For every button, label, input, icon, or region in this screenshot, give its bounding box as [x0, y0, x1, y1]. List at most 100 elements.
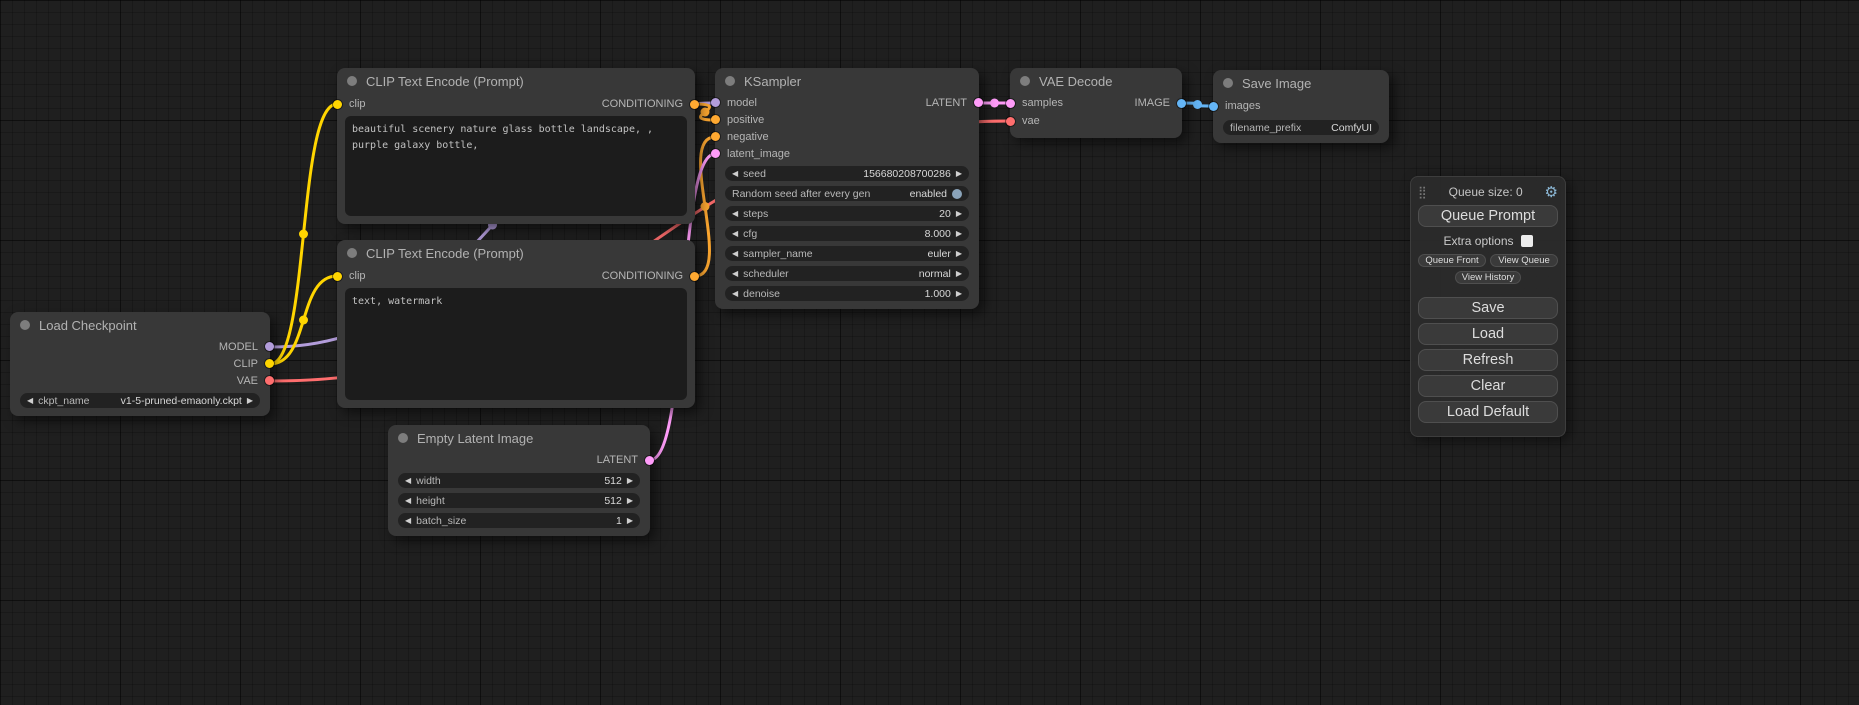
- widget-label: batch_size: [416, 515, 466, 527]
- collapse-dot-icon[interactable]: [347, 76, 357, 86]
- input-slot-negative[interactable]: [711, 132, 720, 141]
- output-slot-conditioning[interactable]: [690, 100, 699, 109]
- widget-value: ComfyUI: [1331, 122, 1372, 134]
- decrement-arrow-icon[interactable]: ◀: [732, 290, 738, 298]
- slot-row: vae: [1010, 112, 1182, 130]
- output-slot-vae[interactable]: [265, 376, 274, 385]
- input-slot-clip[interactable]: [333, 100, 342, 109]
- seed-widget[interactable]: ◀ seed 156680208700286 ▶: [725, 166, 969, 181]
- input-label-clip: clip: [349, 98, 366, 110]
- output-slot-conditioning[interactable]: [690, 272, 699, 281]
- collapse-dot-icon[interactable]: [398, 433, 408, 443]
- cfg-widget[interactable]: ◀ cfg 8.000 ▶: [725, 226, 969, 241]
- node-empty-latent-image[interactable]: Empty Latent Image LATENT ◀ width 512 ▶ …: [388, 425, 650, 536]
- collapse-dot-icon[interactable]: [20, 320, 30, 330]
- node-save-image[interactable]: Save Image images filename_prefix ComfyU…: [1213, 70, 1389, 143]
- refresh-button[interactable]: Refresh: [1418, 349, 1558, 371]
- collapse-dot-icon[interactable]: [1223, 78, 1233, 88]
- load-button[interactable]: Load: [1418, 323, 1558, 345]
- extra-options-checkbox[interactable]: [1521, 235, 1533, 247]
- decrement-arrow-icon[interactable]: ◀: [732, 210, 738, 218]
- node-title-bar[interactable]: Empty Latent Image: [388, 425, 650, 451]
- decrement-arrow-icon[interactable]: ◀: [732, 230, 738, 238]
- decrement-arrow-icon[interactable]: ◀: [405, 497, 411, 505]
- settings-gear-icon[interactable]: ⚙: [1545, 185, 1558, 200]
- widget-value: normal: [919, 268, 951, 280]
- increment-arrow-icon[interactable]: ▶: [956, 270, 962, 278]
- slot-row: model LATENT: [715, 94, 979, 111]
- view-history-button[interactable]: View History: [1455, 271, 1522, 284]
- load-default-button[interactable]: Load Default: [1418, 401, 1558, 423]
- input-slot-latent-image[interactable]: [711, 149, 720, 158]
- output-slot-clip[interactable]: [265, 359, 274, 368]
- input-slot-clip[interactable]: [333, 272, 342, 281]
- node-clip-text-encode-positive[interactable]: CLIP Text Encode (Prompt) clip CONDITION…: [337, 68, 695, 224]
- collapse-dot-icon[interactable]: [347, 248, 357, 258]
- increment-arrow-icon[interactable]: ▶: [627, 497, 633, 505]
- save-button[interactable]: Save: [1418, 297, 1558, 319]
- increment-arrow-icon[interactable]: ▶: [956, 250, 962, 258]
- increment-arrow-icon[interactable]: ▶: [956, 290, 962, 298]
- node-title: KSampler: [744, 74, 801, 89]
- denoise-widget[interactable]: ◀ denoise 1.000 ▶: [725, 286, 969, 301]
- input-slot-model[interactable]: [711, 98, 720, 107]
- increment-arrow-icon[interactable]: ▶: [627, 477, 633, 485]
- decrement-arrow-icon[interactable]: ◀: [27, 397, 33, 405]
- drag-handle-icon[interactable]: ⣿: [1418, 186, 1427, 198]
- widget-label: denoise: [743, 288, 780, 300]
- random-seed-toggle-widget[interactable]: Random seed after every gen enabled: [725, 186, 969, 201]
- output-slot-latent[interactable]: [974, 98, 983, 107]
- collapse-dot-icon[interactable]: [725, 76, 735, 86]
- ckpt-name-widget[interactable]: ◀ ckpt_name v1-5-pruned-emaonly.ckpt ▶: [20, 393, 260, 408]
- positive-prompt-textarea[interactable]: beautiful scenery nature glass bottle la…: [345, 116, 687, 216]
- view-queue-button[interactable]: View Queue: [1490, 254, 1558, 267]
- node-title-bar[interactable]: VAE Decode: [1010, 68, 1182, 94]
- node-clip-text-encode-negative[interactable]: CLIP Text Encode (Prompt) clip CONDITION…: [337, 240, 695, 408]
- input-slot-vae[interactable]: [1006, 117, 1015, 126]
- height-widget[interactable]: ◀ height 512 ▶: [398, 493, 640, 508]
- input-slot-samples[interactable]: [1006, 99, 1015, 108]
- steps-widget[interactable]: ◀ steps 20 ▶: [725, 206, 969, 221]
- filename-prefix-widget[interactable]: filename_prefix ComfyUI: [1223, 120, 1379, 135]
- width-widget[interactable]: ◀ width 512 ▶: [398, 473, 640, 488]
- node-title: Load Checkpoint: [39, 318, 137, 333]
- collapse-dot-icon[interactable]: [1020, 76, 1030, 86]
- sampler-name-widget[interactable]: ◀ sampler_name euler ▶: [725, 246, 969, 261]
- output-slot-image[interactable]: [1177, 99, 1186, 108]
- output-slot-latent[interactable]: [645, 456, 654, 465]
- increment-arrow-icon[interactable]: ▶: [956, 210, 962, 218]
- node-load-checkpoint[interactable]: Load Checkpoint MODEL CLIP VAE ◀ ckpt_na…: [10, 312, 270, 416]
- widget-label: Random seed after every gen: [732, 188, 870, 200]
- negative-prompt-textarea[interactable]: text, watermark: [345, 288, 687, 400]
- node-vae-decode[interactable]: VAE Decode samples IMAGE vae: [1010, 68, 1182, 138]
- decrement-arrow-icon[interactable]: ◀: [405, 477, 411, 485]
- node-title-bar[interactable]: KSampler: [715, 68, 979, 94]
- decrement-arrow-icon[interactable]: ◀: [732, 270, 738, 278]
- scheduler-widget[interactable]: ◀ scheduler normal ▶: [725, 266, 969, 281]
- decrement-arrow-icon[interactable]: ◀: [405, 517, 411, 525]
- graph-canvas[interactable]: Load Checkpoint MODEL CLIP VAE ◀ ckpt_na…: [0, 0, 1859, 705]
- node-title-bar[interactable]: CLIP Text Encode (Prompt): [337, 68, 695, 94]
- queue-panel[interactable]: ⣿ Queue size: 0 ⚙ Queue Prompt Extra opt…: [1410, 176, 1566, 437]
- clear-button[interactable]: Clear: [1418, 375, 1558, 397]
- input-slot-positive[interactable]: [711, 115, 720, 124]
- node-title-bar[interactable]: Load Checkpoint: [10, 312, 270, 338]
- increment-arrow-icon[interactable]: ▶: [956, 230, 962, 238]
- node-title-bar[interactable]: CLIP Text Encode (Prompt): [337, 240, 695, 266]
- queue-prompt-button[interactable]: Queue Prompt: [1418, 205, 1558, 227]
- widget-value: 1.000: [925, 288, 951, 300]
- increment-arrow-icon[interactable]: ▶: [956, 170, 962, 178]
- input-slot-images[interactable]: [1209, 102, 1218, 111]
- queue-front-button[interactable]: Queue Front: [1418, 254, 1486, 267]
- decrement-arrow-icon[interactable]: ◀: [732, 250, 738, 258]
- node-title: CLIP Text Encode (Prompt): [366, 74, 524, 89]
- increment-arrow-icon[interactable]: ▶: [247, 397, 253, 405]
- batch-size-widget[interactable]: ◀ batch_size 1 ▶: [398, 513, 640, 528]
- node-title-bar[interactable]: Save Image: [1213, 70, 1389, 96]
- toggle-dot-icon[interactable]: [952, 189, 962, 199]
- increment-arrow-icon[interactable]: ▶: [627, 517, 633, 525]
- node-ksampler[interactable]: KSampler model LATENT positive negative …: [715, 68, 979, 309]
- slot-row: clip CONDITIONING: [337, 94, 695, 114]
- decrement-arrow-icon[interactable]: ◀: [732, 170, 738, 178]
- output-slot-model[interactable]: [265, 342, 274, 351]
